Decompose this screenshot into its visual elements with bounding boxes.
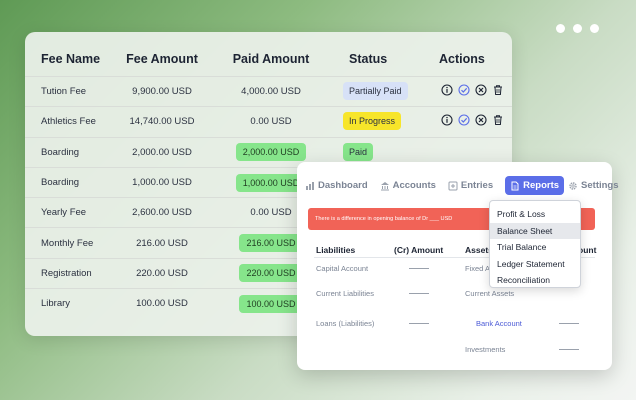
gear-icon bbox=[569, 181, 577, 190]
trash-icon[interactable] bbox=[492, 84, 504, 99]
status-cell: In Progress bbox=[335, 112, 423, 131]
fee-table-header: Fee Name Fee Amount Paid Amount Status A… bbox=[25, 42, 512, 76]
fee-name-cell: Boarding bbox=[41, 146, 80, 158]
nav-accounts-label: Accounts bbox=[392, 180, 436, 191]
nav-accounts[interactable]: Accounts bbox=[380, 180, 436, 191]
nav-dashboard[interactable]: Dashboard bbox=[305, 180, 368, 191]
bar-chart-icon bbox=[306, 181, 314, 190]
amount-dash bbox=[409, 293, 429, 294]
paid-amount-cell: 0.00 USD bbox=[207, 116, 335, 127]
amount-dash bbox=[409, 268, 429, 269]
fee-amount-cell: 1,000.00 USD bbox=[132, 177, 192, 189]
menu-reconciliation[interactable]: Reconciliation bbox=[490, 272, 580, 289]
menu-balance-sheet[interactable]: Balance Sheet bbox=[490, 222, 580, 239]
status-cell: Paid bbox=[335, 142, 423, 161]
paid-amount-text: 4,000.00 USD bbox=[241, 86, 301, 98]
asset-investments[interactable]: Investments bbox=[465, 345, 505, 354]
nav-settings[interactable]: Settings bbox=[568, 180, 619, 191]
bank-icon bbox=[380, 181, 389, 190]
fee-name-cell: Boarding bbox=[41, 177, 80, 189]
paid-amount-cell: 4,000.00 USD bbox=[207, 86, 335, 97]
fee-amount-cell: 9,900.00 USD bbox=[132, 86, 192, 98]
reports-dropdown-menu: Profit & Loss Balance Sheet Trial Balanc… bbox=[489, 200, 581, 288]
paid-amount-pill: 1,000.00 USD bbox=[235, 173, 307, 192]
asset-fixed-assets[interactable]: Fixed A bbox=[465, 264, 490, 273]
col-actions: Actions bbox=[439, 52, 485, 66]
cr-amount-header: (Cr) Amount bbox=[394, 245, 444, 255]
nav-reports-label: Reports bbox=[523, 180, 560, 191]
amount-dash bbox=[559, 349, 579, 350]
paid-amount-text: 0.00 USD bbox=[250, 116, 292, 128]
amount-dash bbox=[409, 323, 429, 324]
fee-name-cell: Athletics Fee bbox=[41, 116, 96, 128]
fee-amount-cell: 2,000.00 USD bbox=[132, 146, 192, 158]
status-badge: In Progress bbox=[343, 112, 402, 131]
menu-profit-loss[interactable]: Profit & Loss bbox=[490, 206, 580, 223]
asset-current-assets[interactable]: Current Assets bbox=[465, 289, 514, 298]
paid-amount-cell: 2,000.00 USD bbox=[207, 143, 335, 162]
cancel-circle-icon[interactable] bbox=[475, 114, 487, 129]
paid-amount-pill: 2,000.00 USD bbox=[235, 143, 307, 162]
table-row: Tution Fee 9,900.00 USD 4,000.00 USD Partia… bbox=[25, 76, 512, 106]
check-circle-icon[interactable] bbox=[458, 114, 470, 129]
paid-amount-text: 0.00 USD bbox=[250, 207, 292, 219]
liabilities-header: Liabilities bbox=[316, 245, 356, 255]
fee-name-cell: Library bbox=[41, 298, 71, 310]
asset-bank-account[interactable]: Bank Account bbox=[476, 319, 522, 328]
table-row: Athletics Fee 14,740.00 USD 0.00 USD In Pro… bbox=[25, 106, 512, 136]
fee-name-cell: Yearly Fee bbox=[41, 207, 87, 219]
actions-cell bbox=[423, 114, 512, 129]
col-status: Status bbox=[349, 52, 388, 66]
cancel-circle-icon[interactable] bbox=[475, 84, 487, 99]
nav-settings-label: Settings bbox=[581, 180, 619, 191]
fee-name-cell: Registration bbox=[41, 267, 92, 279]
trash-icon[interactable] bbox=[492, 114, 504, 129]
document-icon bbox=[511, 181, 519, 190]
fee-amount-cell: 100.00 USD bbox=[136, 298, 188, 310]
check-circle-icon[interactable] bbox=[458, 84, 470, 99]
liability-loans[interactable]: Loans (Liabilities) bbox=[316, 319, 374, 328]
fee-amount-cell: 14,740.00 USD bbox=[129, 116, 195, 128]
col-fee-name: Fee Name bbox=[41, 52, 101, 66]
paid-amount-pill: 216.00 USD bbox=[239, 234, 303, 253]
liability-capital-account[interactable]: Capital Account bbox=[316, 264, 368, 273]
plus-square-icon bbox=[448, 181, 458, 190]
fee-amount-cell: 216.00 USD bbox=[136, 237, 188, 249]
fee-amount-cell: 2,600.00 USD bbox=[132, 207, 192, 219]
window-dots bbox=[556, 24, 599, 33]
dot-icon bbox=[590, 24, 599, 33]
reports-nav: Dashboard Accounts Entries Reports Setti… bbox=[305, 176, 631, 195]
nav-reports[interactable]: Reports bbox=[505, 176, 565, 195]
liability-current-liabilities[interactable]: Current Liabilities bbox=[316, 289, 374, 298]
amount-dash bbox=[559, 323, 579, 324]
info-icon[interactable] bbox=[441, 84, 453, 99]
paid-amount-pill: 100.00 USD bbox=[239, 294, 303, 313]
status-cell: Partially Paid bbox=[335, 82, 423, 101]
nav-entries[interactable]: Entries bbox=[448, 180, 493, 191]
actions-cell bbox=[423, 84, 512, 99]
status-badge: Partially Paid bbox=[343, 82, 408, 101]
dot-icon bbox=[556, 24, 565, 33]
menu-trial-balance[interactable]: Trial Balance bbox=[490, 239, 580, 256]
col-paid-amount: Paid Amount bbox=[232, 52, 310, 66]
dot-icon bbox=[573, 24, 582, 33]
fee-name-cell: Tution Fee bbox=[41, 86, 87, 98]
fee-amount-cell: 220.00 USD bbox=[136, 267, 188, 279]
fee-name-cell: Monthly Fee bbox=[41, 237, 94, 249]
menu-ledger-statement[interactable]: Ledger Statement bbox=[490, 256, 580, 273]
paid-amount-pill: 220.00 USD bbox=[239, 264, 303, 283]
nav-entries-label: Entries bbox=[460, 180, 494, 191]
col-fee-amount: Fee Amount bbox=[126, 52, 198, 66]
info-icon[interactable] bbox=[441, 114, 453, 129]
status-badge: Paid bbox=[343, 142, 374, 161]
nav-dashboard-label: Dashboard bbox=[318, 180, 368, 191]
